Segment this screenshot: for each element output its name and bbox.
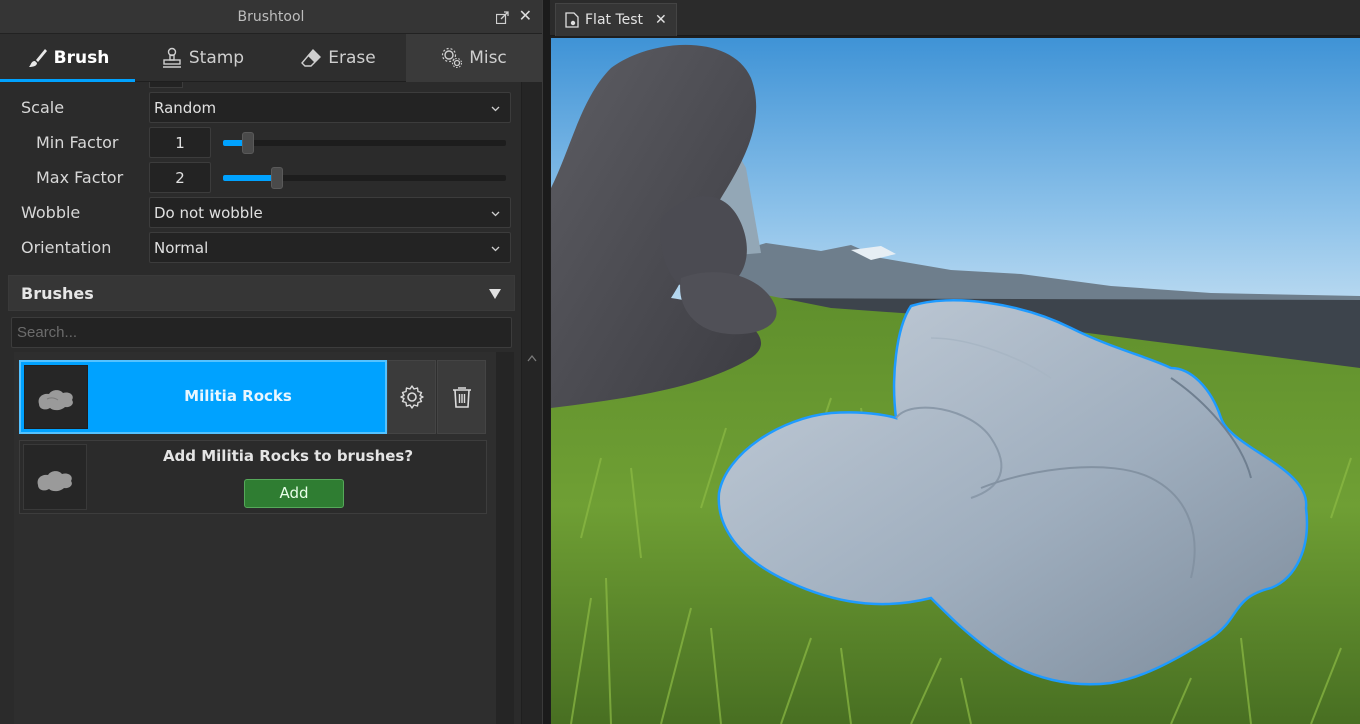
brush-thumbnail	[24, 365, 88, 429]
document-tab-label: Flat Test	[585, 12, 644, 28]
rock-thumbnail-icon	[37, 471, 72, 492]
tab-stamp[interactable]: Stamp	[135, 34, 270, 82]
tab-flat-test[interactable]: Flat Test ✕	[555, 3, 677, 36]
chevron-down-icon	[491, 246, 500, 252]
brush-thumbnail	[23, 444, 87, 510]
brush-settings-button[interactable]	[387, 360, 436, 434]
min-factor-label: Min Factor	[36, 133, 119, 152]
add-brush-question: Add Militia Rocks to brushes?	[162, 447, 414, 465]
brush-search-input[interactable]	[11, 317, 512, 348]
tab-misc[interactable]: Misc	[406, 34, 542, 82]
scale-row: Scale Random	[0, 91, 516, 126]
brush-item-militia-rocks[interactable]: Militia Rocks	[19, 360, 387, 434]
collapse-arrow-icon[interactable]	[488, 288, 502, 300]
max-factor-slider-handle[interactable]	[271, 167, 283, 189]
rock-thumbnail-icon	[38, 390, 73, 411]
min-factor-slider-handle[interactable]	[242, 132, 254, 154]
delete-brush-button[interactable]	[437, 360, 486, 434]
undock-icon[interactable]	[496, 11, 509, 24]
wobble-value: Do not wobble	[154, 204, 263, 222]
add-brush-prompt: Add Militia Rocks to brushes? Add	[19, 440, 487, 514]
stamp-icon	[162, 47, 181, 68]
trash-icon	[452, 387, 471, 408]
close-panel-icon[interactable]: ✕	[519, 8, 532, 24]
document-tab-bar: Flat Test ✕	[550, 0, 1360, 36]
tab-brush[interactable]: Brush	[0, 34, 135, 82]
tab-erase[interactable]: Erase	[270, 34, 406, 82]
scale-value: Random	[154, 99, 217, 117]
add-brush-button[interactable]: Add	[244, 479, 344, 508]
wobble-dropdown[interactable]: Do not wobble	[149, 197, 511, 228]
brush-item-name: Militia Rocks	[184, 387, 292, 405]
eraser-icon	[301, 48, 322, 67]
max-factor-label: Max Factor	[36, 168, 124, 187]
panel-title: Brushtool	[237, 9, 305, 25]
tab-stamp-label: Stamp	[188, 48, 245, 68]
brush-icon	[28, 49, 47, 67]
wobble-row: Wobble Do not wobble	[0, 196, 516, 231]
brushes-section-header[interactable]: Brushes	[8, 275, 515, 311]
wobble-label: Wobble	[21, 203, 81, 222]
panel-title-bar: Brushtool ✕	[0, 0, 542, 34]
chevron-down-icon	[491, 106, 500, 112]
orientation-value: Normal	[154, 239, 209, 257]
gears-icon	[442, 47, 463, 69]
max-factor-slider[interactable]	[223, 167, 506, 189]
gear-icon	[399, 385, 424, 409]
min-factor-input[interactable]: 1	[149, 127, 211, 158]
panel-splitter[interactable]	[542, 0, 550, 724]
tab-misc-label: Misc	[469, 48, 507, 68]
tab-erase-label: Erase	[328, 48, 376, 68]
close-tab-icon[interactable]: ✕	[655, 12, 667, 28]
tool-tabs: Brush Stamp Erase Misc	[0, 34, 542, 82]
max-factor-input[interactable]: 2	[149, 162, 211, 193]
orientation-label: Orientation	[21, 238, 112, 257]
3d-viewport[interactable]	[551, 38, 1360, 724]
min-factor-row: Min Factor 1	[0, 126, 516, 161]
orientation-row: Orientation Normal	[0, 231, 516, 266]
scene-render	[551, 38, 1360, 724]
tab-brush-label: Brush	[53, 48, 110, 68]
brush-list-scrollbar[interactable]	[496, 352, 514, 724]
scale-label: Scale	[21, 98, 65, 117]
orientation-dropdown[interactable]: Normal	[149, 232, 511, 263]
panel-scrollbar[interactable]	[521, 82, 542, 724]
cut-off-field	[149, 82, 183, 88]
scroll-up-icon[interactable]	[527, 354, 537, 362]
place-file-icon	[565, 12, 579, 28]
scale-dropdown[interactable]: Random	[149, 92, 511, 123]
brushes-section-title: Brushes	[21, 284, 94, 303]
min-factor-slider[interactable]	[223, 132, 506, 154]
chevron-down-icon	[491, 211, 500, 217]
max-factor-row: Max Factor 2	[0, 161, 516, 196]
brushtool-panel: Brushtool ✕ Brush Stamp Erase Misc Scale…	[0, 0, 542, 724]
max-factor-slider-fill	[223, 175, 277, 181]
